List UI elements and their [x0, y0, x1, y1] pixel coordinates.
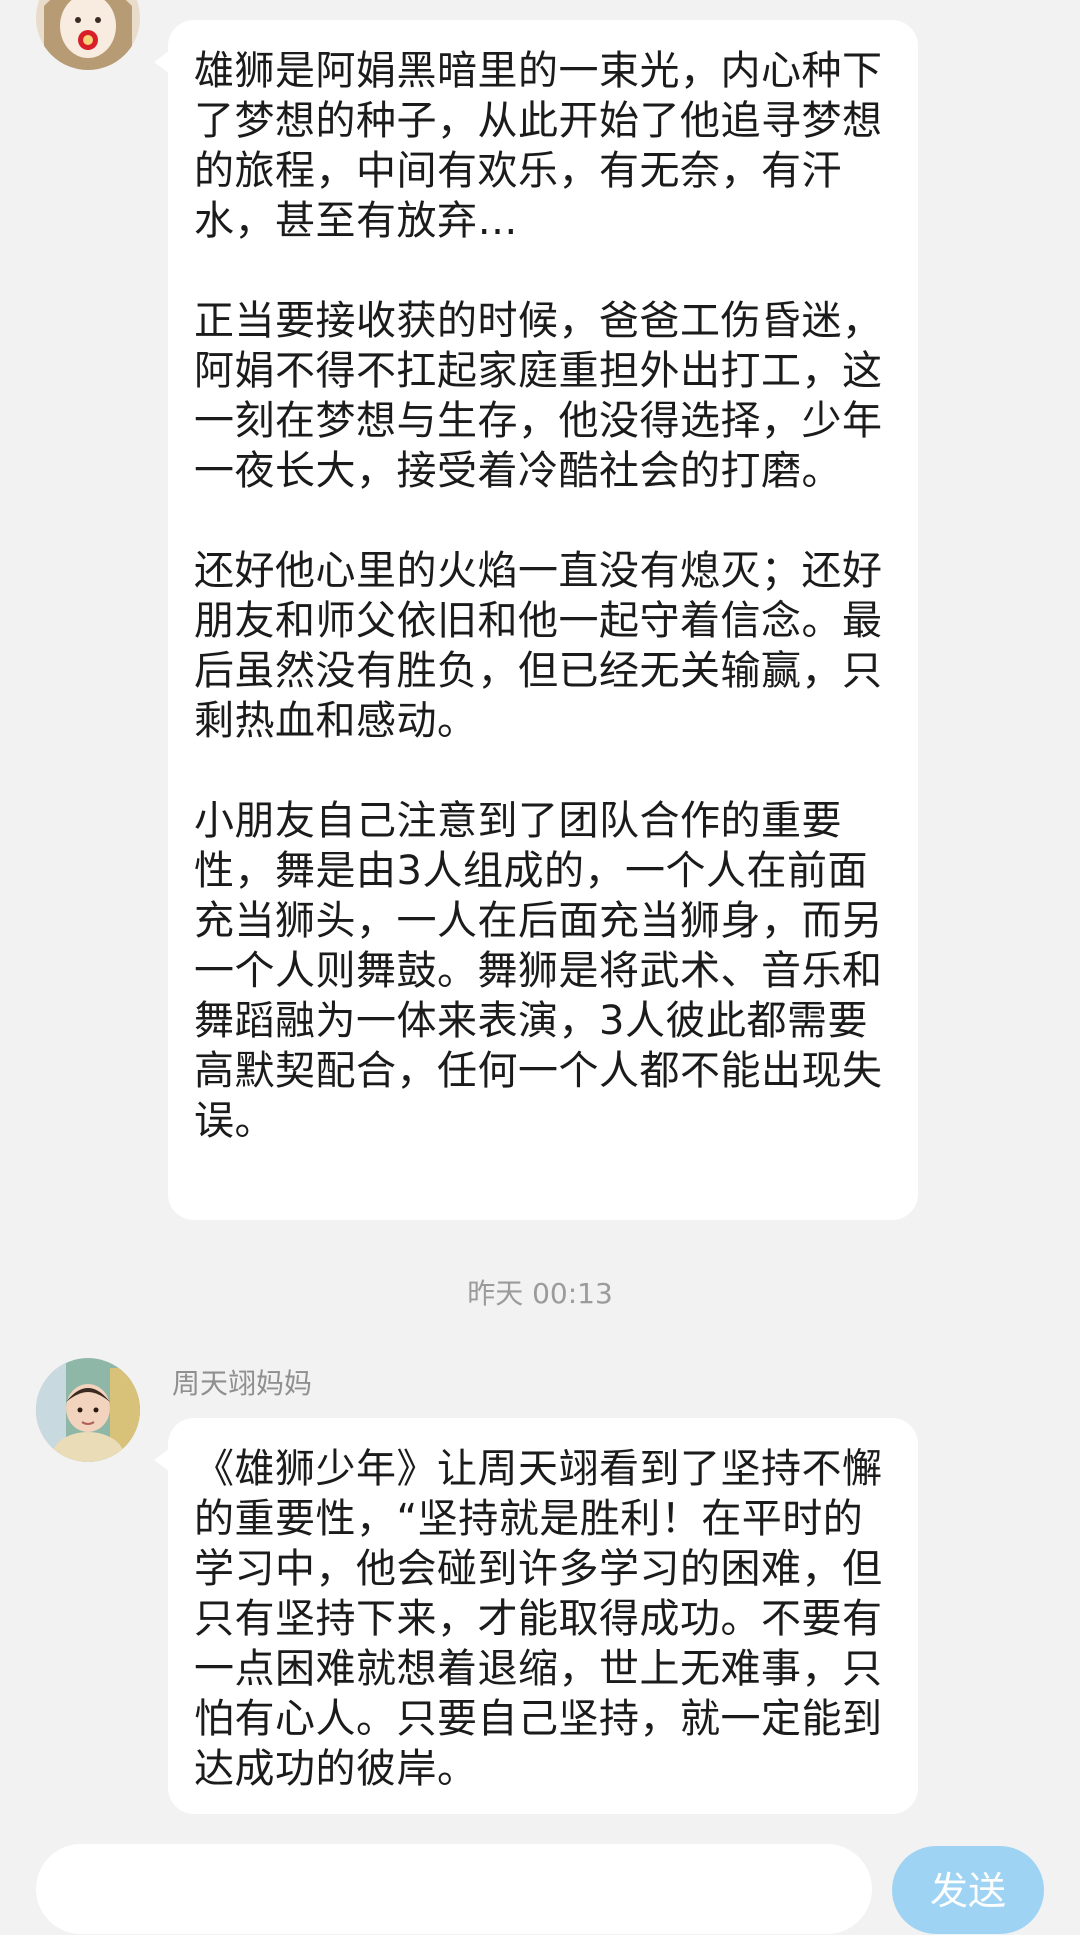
message-timestamp: 昨天 00:13	[467, 1277, 613, 1310]
send-button[interactable]: 发送	[892, 1846, 1044, 1934]
avatar[interactable]	[36, 1358, 140, 1462]
message-paragraph: 雄狮是阿娟黑暗里的一束光，内心种下了梦想的种子，从此开始了他追寻梦想的旅程，中间…	[194, 48, 883, 244]
message-paragraph: 正当要接收获的时候，爸爸工伤昏迷，阿娟不得不扛起家庭重担外出打工，这一刻在梦想与…	[194, 298, 883, 494]
avatar-cartoon-girl-icon	[36, 0, 140, 70]
message-input[interactable]	[36, 1844, 872, 1934]
sender-name: 周天翊妈妈	[172, 1367, 313, 1400]
message-paragraph: 还好他心里的火焰一直没有熄灭；还好朋友和师父依旧和他一起守着信念。最后虽然没有胜…	[194, 548, 883, 744]
message-paragraph: 小朋友自己注意到了团队合作的重要性，舞是由3人组成的，一个人在前面充当狮头，一人…	[194, 798, 883, 1144]
message-bubble: 雄狮是阿娟黑暗里的一束光，内心种下了梦想的种子，从此开始了他追寻梦想的旅程，中间…	[154, 20, 918, 1220]
message-bubble: 《雄狮少年》让周天翊看到了坚持不懈的重要性，“坚持就是胜利！在平时的学习中，他会…	[154, 1418, 918, 1814]
avatar[interactable]	[36, 0, 140, 70]
message-paragraph: 《雄狮少年》让周天翊看到了坚持不懈的重要性，“坚持就是胜利！在平时的学习中，他会…	[194, 1446, 883, 1792]
input-bar: 发送	[0, 1826, 1080, 1934]
avatar-baby-photo-icon	[36, 1358, 140, 1462]
